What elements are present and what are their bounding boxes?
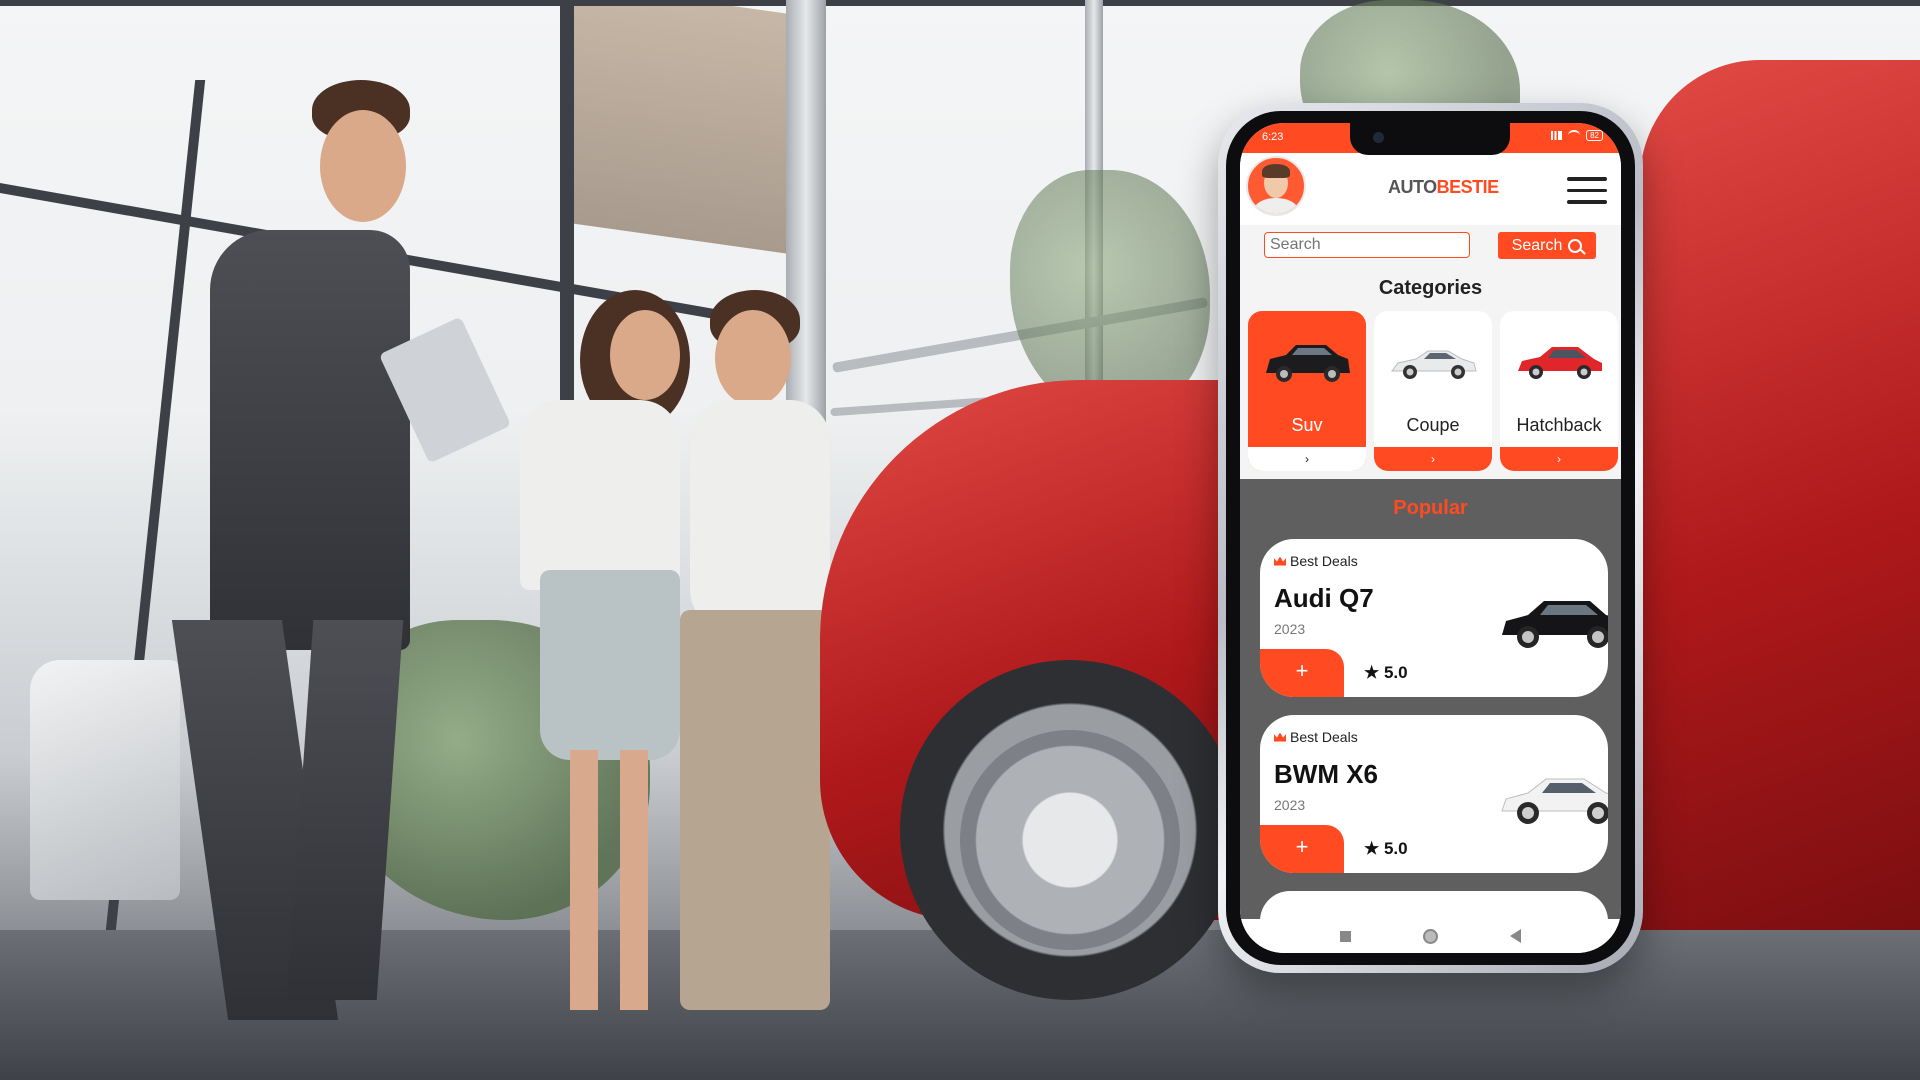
categories-section: Categories Suv › Coupe › Hatchback › — [1240, 269, 1621, 479]
front-camera — [1373, 132, 1384, 143]
chevron-right-icon[interactable]: › — [1500, 447, 1618, 471]
hamburger-menu-icon[interactable] — [1567, 177, 1607, 205]
crown-icon — [1274, 556, 1286, 566]
deal-badge: Best Deals — [1274, 553, 1358, 569]
chevron-right-icon[interactable]: › — [1248, 447, 1366, 471]
search-bar: Search — [1240, 225, 1621, 269]
suv-car-image — [1266, 345, 1350, 382]
status-time: 6:23 — [1262, 131, 1284, 143]
salesman — [90, 80, 512, 1040]
wheel-rim — [960, 730, 1180, 950]
nav-recents-icon[interactable] — [1340, 930, 1351, 942]
brand-part-bestie: BESTIE — [1436, 177, 1500, 197]
system-nav-bar — [1240, 919, 1621, 953]
status-icons: 82 — [1548, 130, 1603, 141]
category-label: Coupe — [1406, 415, 1460, 435]
chevron-right-icon[interactable]: › — [1374, 447, 1492, 471]
bmw-x6-image — [1501, 778, 1608, 824]
avatar[interactable] — [1246, 156, 1306, 216]
app-header: AUTOBESTIE — [1240, 153, 1621, 225]
phone-mockup: 6:23 82 AUTOBESTIE Search Search Categor… — [1218, 103, 1643, 973]
audi-q7-image — [1502, 601, 1608, 648]
wifi-icon — [1568, 130, 1581, 141]
category-card-hatchback[interactable]: Hatchback › — [1500, 311, 1618, 471]
deal-car-year: 2023 — [1274, 621, 1306, 637]
categories-title: Categories — [1378, 277, 1483, 299]
nav-back-icon[interactable] — [1510, 929, 1521, 943]
search-button-label: Search — [1511, 236, 1563, 254]
deal-badge: Best Deals — [1274, 729, 1358, 745]
signal-icon — [1548, 131, 1563, 140]
deal-badge-label: Best Deals — [1290, 729, 1358, 745]
category-card-suv[interactable]: Suv › — [1248, 311, 1366, 471]
deal-card-audi-q7[interactable]: Best Deals Audi Q7 2023 + ★ 5.0 — [1260, 539, 1608, 697]
popular-section: Popular Best Deals Audi Q7 2023 + ★ 5.0 — [1240, 479, 1621, 951]
battery-icon: 82 — [1586, 130, 1603, 141]
search-input[interactable] — [1264, 232, 1470, 258]
category-card-coupe[interactable]: Coupe › — [1374, 311, 1492, 471]
hatchback-car-image — [1518, 347, 1602, 379]
red-car-rear — [1640, 60, 1920, 930]
rating: ★ 5.0 — [1364, 839, 1408, 858]
category-label: Hatchback — [1516, 415, 1602, 435]
rating: ★ 5.0 — [1364, 663, 1408, 682]
crown-icon — [1274, 732, 1286, 742]
app-logo: AUTOBESTIE — [1388, 177, 1499, 198]
search-icon — [1568, 238, 1583, 253]
add-button[interactable]: + — [1260, 649, 1344, 697]
deal-badge-label: Best Deals — [1290, 553, 1358, 569]
phone-screen: 6:23 82 AUTOBESTIE Search Search Categor… — [1240, 123, 1621, 953]
nav-home-icon[interactable] — [1423, 928, 1438, 944]
search-button[interactable]: Search — [1498, 232, 1596, 259]
deal-car-name: Audi Q7 — [1274, 583, 1374, 613]
brand-part-auto: AUTO — [1388, 177, 1437, 197]
coupe-car-image — [1391, 350, 1477, 379]
ceiling-beam — [560, 0, 820, 259]
deal-car-name: BWM X6 — [1274, 759, 1378, 789]
window-frame — [0, 0, 1920, 6]
popular-title: Popular — [1393, 497, 1468, 519]
category-label: Suv — [1291, 415, 1323, 435]
deal-car-year: 2023 — [1274, 797, 1306, 813]
deal-card-bwm-x6[interactable]: Best Deals BWM X6 2023 + ★ 5.0 — [1260, 715, 1608, 873]
add-button[interactable]: + — [1260, 825, 1344, 873]
